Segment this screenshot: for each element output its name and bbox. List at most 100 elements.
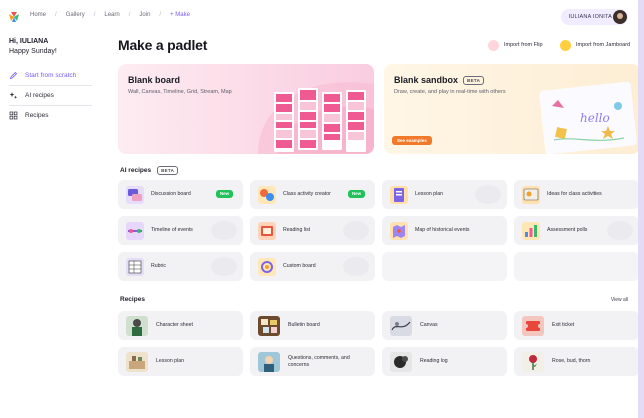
tile-label: Reading log xyxy=(420,358,448,364)
view-all-link[interactable]: View all xyxy=(611,297,628,303)
lesson-plan-icon xyxy=(390,185,408,204)
main-content: Make a padlet Import from Flip Import fr… xyxy=(100,34,640,418)
recipe-character-sheet[interactable]: Character sheet xyxy=(118,311,243,340)
blank-board-illustration-icon xyxy=(258,82,374,154)
greeting: Hi, IULIANA xyxy=(9,38,49,45)
sidebar-item-label: AI recipes xyxy=(25,91,54,99)
breadcrumb: Home / Gallery / Learn / Join / + Make xyxy=(30,12,190,18)
ai-recipe-custom-board[interactable]: Custom board xyxy=(250,252,375,281)
tile-decoration xyxy=(343,221,369,240)
sandbox-art-text: hello xyxy=(580,111,610,125)
recipe-bulletin-board[interactable]: Bulletin board xyxy=(250,311,375,340)
ai-recipe-class-activity-creator[interactable]: Class activity creator New xyxy=(250,180,375,209)
sidebar-divider xyxy=(9,105,92,106)
recipe-canvas[interactable]: Canvas xyxy=(382,311,507,340)
ai-recipe-map-of-historical-events[interactable]: Map of historical events xyxy=(382,216,507,245)
tile-label: Questions, comments, and concerns xyxy=(288,354,350,368)
new-badge: New xyxy=(347,190,365,198)
ai-recipe-lesson-plan[interactable]: Lesson plan xyxy=(382,180,507,209)
avatar xyxy=(613,10,627,24)
sidebar-item-label: Start from scratch xyxy=(25,71,77,79)
beta-badge: BETA xyxy=(463,75,485,85)
recipes-heading: Recipes xyxy=(120,296,145,303)
empty-tile xyxy=(382,252,507,281)
tile-label: Custom board xyxy=(283,263,316,269)
import-from-flip-button[interactable]: Import from Flip xyxy=(488,37,543,53)
user-name: IULIANA IONITA xyxy=(568,14,612,20)
import-flip-label: Import from Flip xyxy=(504,42,543,48)
user-menu-button[interactable]: IULIANA IONITA xyxy=(560,9,628,25)
canvas-icon xyxy=(390,315,412,336)
nav-gallery[interactable]: Gallery xyxy=(66,12,85,18)
blank-board-subtitle: Wall, Canvas, Timeline, Grid, Stream, Ma… xyxy=(128,89,232,95)
nav-home[interactable]: Home xyxy=(30,12,46,18)
top-nav: Home / Gallery / Learn / Join / + Make I… xyxy=(0,0,638,34)
tile-label: Lesson plan xyxy=(156,358,184,364)
tile-label: Character sheet xyxy=(156,322,193,328)
rose-bud-thorn-icon xyxy=(522,351,544,372)
new-badge: New xyxy=(215,190,233,198)
ai-recipe-timeline-of-events[interactable]: Timeline of events xyxy=(118,216,243,245)
ai-recipe-assessment-polls[interactable]: Assessment polls xyxy=(514,216,639,245)
character-sheet-icon xyxy=(126,315,148,336)
tile-label: Rubric xyxy=(151,263,166,269)
padlet-logo-icon[interactable] xyxy=(8,11,20,23)
timeline-icon xyxy=(126,221,144,240)
ai-recipe-rubric[interactable]: Rubric xyxy=(118,252,243,281)
sidebar-item-ai-recipes[interactable]: AI recipes xyxy=(9,89,54,101)
nav-join[interactable]: Join xyxy=(139,12,150,18)
sidebar-item-label: Recipes xyxy=(25,111,49,119)
jamboard-icon xyxy=(560,39,571,51)
nav-make[interactable]: + Make xyxy=(170,12,190,18)
app-window: Home / Gallery / Learn / Join / + Make I… xyxy=(0,0,644,418)
breadcrumb-separator: / xyxy=(159,12,162,18)
blank-sandbox-heading: Blank sandbox BETA xyxy=(394,75,485,85)
tile-label: Map of historical events xyxy=(415,227,470,233)
recipe-rose-bud-thorn[interactable]: Rose, bud, thorn xyxy=(514,347,639,376)
tile-label: Bulletin board xyxy=(288,322,320,328)
sparkles-icon xyxy=(9,91,18,99)
empty-tile xyxy=(514,252,639,281)
tile-label: Canvas xyxy=(420,322,438,328)
sidebar-divider xyxy=(9,85,92,86)
recipe-exit-ticket[interactable]: Exit ticket xyxy=(514,311,639,340)
import-from-jamboard-button[interactable]: Import from Jamboard xyxy=(560,37,630,53)
see-examples-button[interactable]: See examples xyxy=(392,136,432,145)
ai-recipe-reading-list[interactable]: Reading list xyxy=(250,216,375,245)
tile-label: Assessment polls xyxy=(547,227,588,233)
tile-decoration xyxy=(607,221,633,240)
breadcrumb-separator: / xyxy=(93,12,96,18)
subgreeting: Happy Sunday! xyxy=(9,48,57,55)
nav-learn[interactable]: Learn xyxy=(104,12,119,18)
tile-label: Rose, bud, thorn xyxy=(552,358,591,364)
tile-decoration xyxy=(475,185,501,204)
recipe-lesson-plan[interactable]: Lesson plan xyxy=(118,347,243,376)
recipe-reading-log[interactable]: Reading log xyxy=(382,347,507,376)
tile-decoration xyxy=(343,257,369,276)
tile-label: Lesson plan xyxy=(415,191,443,197)
custom-board-icon xyxy=(258,257,276,276)
ai-recipe-discussion-board[interactable]: Discussion board New xyxy=(118,180,243,209)
import-jamboard-label: Import from Jamboard xyxy=(576,42,631,48)
blank-sandbox-title: Blank sandbox xyxy=(394,75,459,85)
recipe-questions-comments-concerns[interactable]: Questions, comments, and concerns xyxy=(250,347,375,376)
blank-sandbox-card[interactable]: Blank sandbox BETA Draw, create, and pla… xyxy=(384,64,640,154)
ai-recipes-title: AI recipes xyxy=(120,167,152,174)
pencil-icon xyxy=(9,71,18,79)
flip-icon xyxy=(488,39,499,51)
ai-recipe-ideas-for-class-activities[interactable]: Ideas for class activities xyxy=(514,180,639,209)
sidebar-item-start-from-scratch[interactable]: Start from scratch xyxy=(9,69,76,81)
rubric-icon xyxy=(126,257,144,276)
grid-icon xyxy=(9,111,18,119)
questions-icon xyxy=(258,351,280,372)
beta-badge: BETA xyxy=(157,166,179,175)
breadcrumb-separator: / xyxy=(55,12,57,18)
blank-board-card[interactable]: Blank board Wall, Canvas, Timeline, Grid… xyxy=(118,64,374,154)
sandbox-illustration-icon: hello xyxy=(539,81,637,154)
map-icon xyxy=(390,221,408,240)
sidebar-item-recipes[interactable]: Recipes xyxy=(9,109,48,121)
tile-label: Exit ticket xyxy=(552,322,575,328)
blank-board-title: Blank board xyxy=(128,75,181,85)
discussion-icon xyxy=(126,185,144,204)
reading-list-icon xyxy=(258,221,276,240)
